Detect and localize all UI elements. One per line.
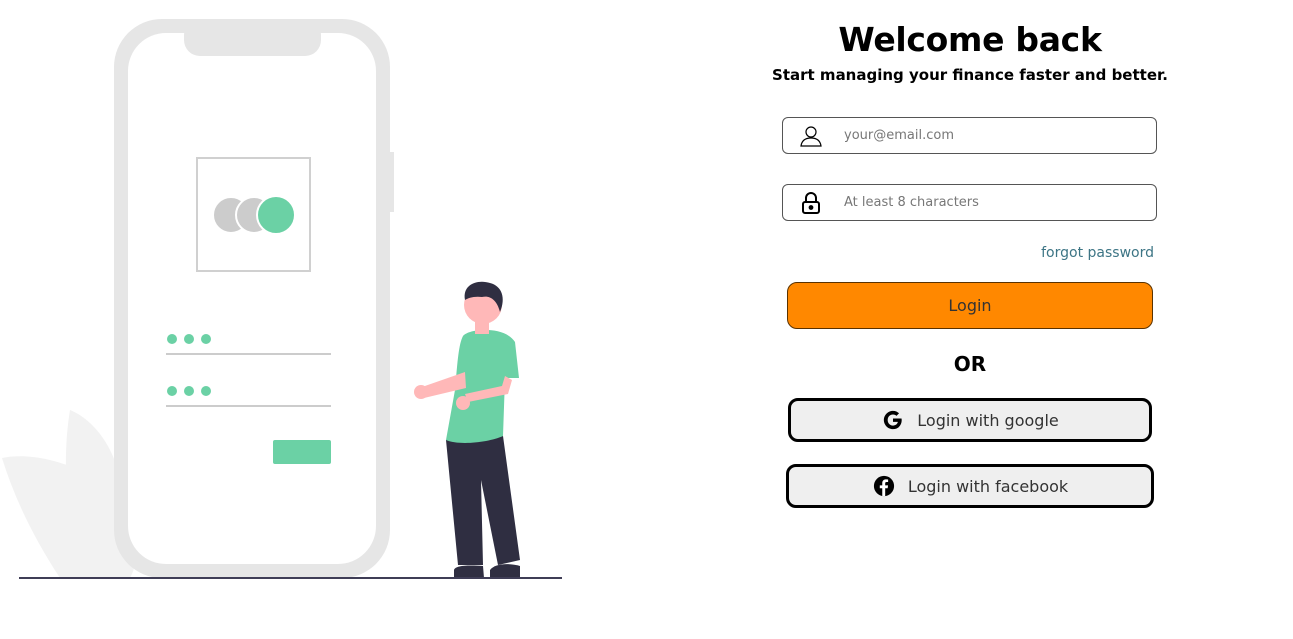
google-icon — [881, 408, 905, 432]
login-with-facebook-button[interactable]: Login with facebook — [786, 464, 1154, 508]
google-button-label: Login with google — [917, 410, 1059, 430]
page-title: Welcome back — [838, 20, 1102, 59]
ground-line — [19, 577, 562, 579]
email-input[interactable] — [844, 128, 1134, 143]
person-graphic — [414, 281, 520, 578]
login-with-google-button[interactable]: Login with google — [788, 398, 1152, 442]
phone-graphic — [114, 19, 394, 578]
password-field[interactable] — [782, 184, 1157, 221]
login-illustration — [2, 19, 562, 579]
lock-icon — [799, 191, 823, 215]
or-divider: OR — [953, 352, 987, 376]
page-subtitle: Start managing your finance faster and b… — [772, 66, 1168, 84]
user-icon — [799, 124, 823, 148]
login-page: Welcome back Start managing your finance… — [0, 0, 1293, 639]
facebook-icon — [872, 474, 896, 498]
password-input[interactable] — [844, 195, 1134, 210]
email-field[interactable] — [782, 117, 1157, 154]
forgot-password-link[interactable]: forgot password — [1041, 245, 1154, 261]
facebook-button-label: Login with facebook — [907, 476, 1069, 496]
login-button[interactable]: Login — [787, 282, 1153, 329]
